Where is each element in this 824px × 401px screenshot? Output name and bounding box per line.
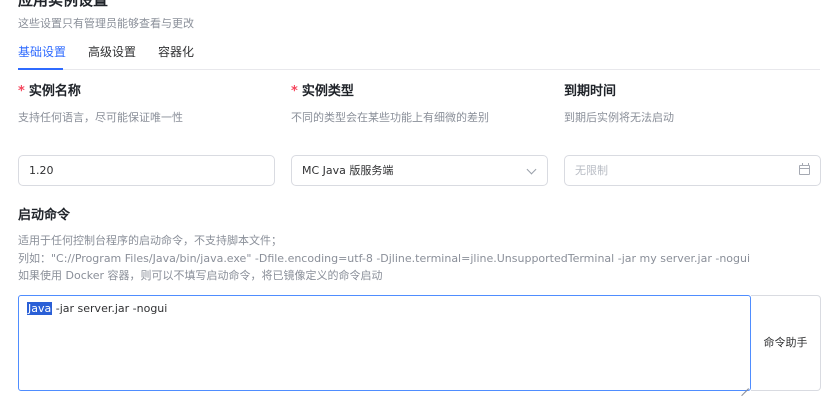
required-mark: * (291, 84, 298, 99)
tab-basic-settings[interactable]: 基础设置 (18, 42, 66, 62)
start-command-description-line-1: 适用于任何控制台程序的启动命令，不支持脚本文件； (18, 234, 282, 247)
command-helper-button[interactable]: 命令助手 (751, 295, 821, 391)
instance-type-title: * 实例类型 (291, 83, 354, 101)
active-tab-indicator (18, 68, 63, 70)
command-text: -jar server.jar -nogui (52, 302, 168, 315)
expiry-placeholder: 无限制 (575, 164, 608, 177)
instance-name-title: * 实例名称 (18, 83, 81, 101)
instance-name-description: 支持任何语言，尽可能保证唯一性 (18, 111, 183, 124)
expiry-date-picker[interactable]: 无限制 (564, 155, 821, 186)
instance-type-select[interactable]: MC Java 版服务端 (291, 155, 548, 186)
selected-text: Java (27, 302, 53, 315)
start-command-textarea[interactable]: Java -jar server.jar -nogui (18, 295, 751, 391)
tab-containerization[interactable]: 容器化 (158, 42, 194, 62)
resize-handle[interactable] (741, 381, 749, 389)
start-command-description-line-3: 如果使用 Docker 容器，则可以不填写启动命令，将已镜像定义的命令启动 (18, 269, 383, 282)
chevron-down-icon (526, 164, 537, 175)
settings-description: 这些设置只有管理员能够查看与更改 (18, 17, 194, 30)
expiry-title: 到期时间 (564, 84, 617, 99)
settings-title: 应用实例设置 (18, 0, 109, 9)
calendar-icon (799, 163, 810, 175)
instance-type-description: 不同的类型会在某些功能上有细微的差别 (291, 111, 489, 124)
expiry-description: 到期后实例将无法启动 (564, 111, 674, 124)
tab-advanced-settings[interactable]: 高级设置 (88, 42, 136, 62)
instance-name-input[interactable]: 1.20 (18, 155, 275, 186)
required-mark: * (18, 84, 25, 99)
instance-type-label: 实例类型 (301, 84, 354, 99)
instance-type-value: MC Java 版服务端 (302, 164, 394, 177)
settings-tabs: 基础设置 高级设置 容器化 (18, 42, 820, 70)
instance-name-label: 实例名称 (28, 84, 81, 99)
start-command-title: 启动命令 (18, 208, 71, 223)
start-command-description-line-2: 列如："C://Program Files/Java/bin/java.exe"… (18, 252, 751, 265)
